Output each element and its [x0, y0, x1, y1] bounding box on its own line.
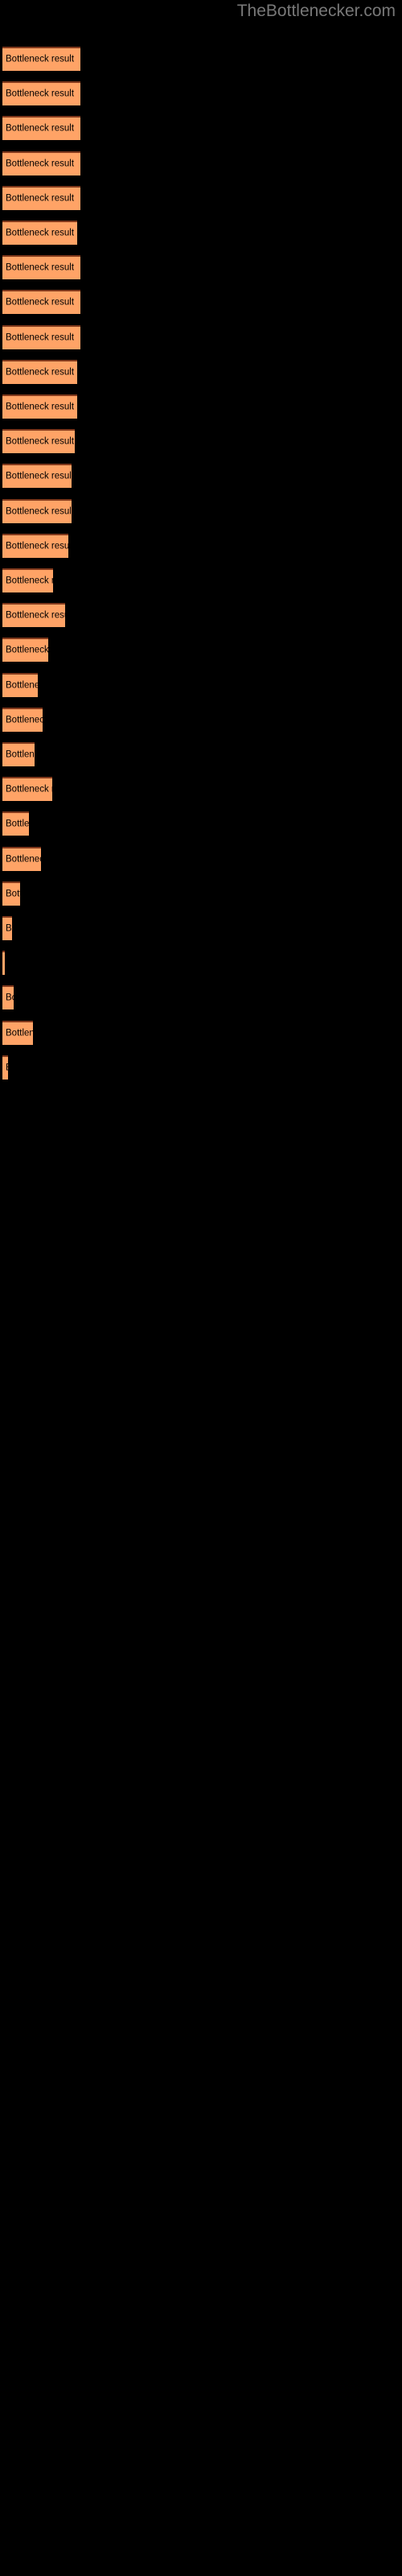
bar-label: Bottleneck result — [6, 645, 48, 655]
bar-item[interactable]: Bottleneck result — [2, 290, 80, 315]
bar-label: Bottleneck result — [6, 854, 41, 865]
bar-item[interactable]: Bottleneck result — [2, 707, 43, 732]
bar-label: Bottleneck result — [6, 367, 75, 378]
bar-item[interactable]: Bottleneck result — [2, 81, 80, 106]
bar-item[interactable]: Bottleneck result — [2, 185, 80, 210]
bar-item[interactable]: Bottleneck result — [2, 568, 53, 592]
bar-item[interactable]: Bottleneck result — [2, 359, 77, 384]
bar-label: Bottleneck result — [6, 819, 29, 829]
bar-item[interactable]: Bottleneck result — [2, 638, 48, 663]
bar-label: Bottleneck result — [6, 1063, 8, 1073]
bar-item[interactable]: Bottleneck result — [2, 603, 65, 628]
bar-label: Bottleneck result — [6, 610, 65, 621]
bar-item[interactable]: Bottleneck result — [2, 47, 80, 71]
bar-item[interactable]: Bottleneck result — [2, 777, 52, 802]
bar-item[interactable]: Bottleneck result — [2, 151, 80, 175]
bar-label: Bottleneck result — [6, 471, 72, 481]
bar-item[interactable]: Bottleneck result — [2, 255, 80, 280]
bar-item[interactable]: Bottleneck result — [2, 881, 20, 906]
bar-label: Bottleneck result — [6, 541, 68, 551]
bar-item[interactable]: Bottleneck result — [2, 1020, 33, 1045]
bar-label: Bottleneck result — [6, 1028, 33, 1038]
bar-label: Bottleneck result — [6, 576, 53, 586]
bar-label: Bottleneck result — [6, 54, 75, 64]
bar-label: Bottleneck result — [6, 784, 52, 795]
bar-item[interactable]: Bottleneck result — [2, 1055, 8, 1080]
bar-label: Bottleneck result — [6, 159, 75, 169]
bar-item[interactable]: Bottleneck result — [2, 464, 72, 489]
bar-label: Bottleneck result — [6, 193, 75, 204]
bar-label: Bottleneck result — [6, 889, 20, 899]
bar-label: Bottleneck result — [6, 262, 75, 273]
bar-label: Bottleneck result — [6, 715, 43, 725]
bar-item[interactable]: Bottleneck result — [2, 951, 5, 976]
bar-item[interactable]: Bottleneck result — [2, 742, 35, 766]
bar-label: Bottleneck result — [6, 402, 75, 412]
bar-series: Bottleneck result Bottleneck result Bottle… — [0, 0, 402, 2576]
bar-label: Bottleneck result — [6, 228, 75, 238]
bar-item[interactable]: Bottleneck result — [2, 116, 80, 141]
bar-item[interactable]: Bottleneck result — [2, 846, 41, 871]
bar-label: Bottleneck result — [6, 680, 38, 691]
bar-item[interactable]: Bottleneck result — [2, 221, 77, 245]
bar-item[interactable]: Bottleneck result — [2, 324, 80, 349]
bar-item[interactable]: Bottleneck result — [2, 985, 14, 1010]
bar-label: Bottleneck result — [6, 993, 14, 1003]
bar-item[interactable]: Bottleneck result — [2, 429, 75, 454]
bottleneck-bar-chart: TheBottlenecker.com Bottleneck result Bot… — [0, 0, 402, 2576]
bar-label: Bottleneck result — [6, 506, 72, 517]
bar-label: Bottleneck result — [6, 123, 75, 134]
bar-item[interactable]: Bottleneck result — [2, 811, 29, 836]
bar-item[interactable]: Bottleneck result — [2, 498, 72, 523]
bar-label: Bottleneck result — [6, 89, 75, 99]
bar-label: Bottleneck result — [6, 749, 35, 760]
bar-item[interactable]: Bottleneck result — [2, 916, 12, 940]
bar-label: Bottleneck result — [6, 923, 12, 934]
bar-item[interactable]: Bottleneck result — [2, 672, 38, 697]
bar-label: Bottleneck result — [6, 436, 75, 447]
bar-item[interactable]: Bottleneck result — [2, 394, 77, 419]
bar-item[interactable]: Bottleneck result — [2, 533, 68, 558]
bar-label: Bottleneck result — [6, 297, 75, 308]
bar-label: Bottleneck result — [6, 332, 75, 343]
